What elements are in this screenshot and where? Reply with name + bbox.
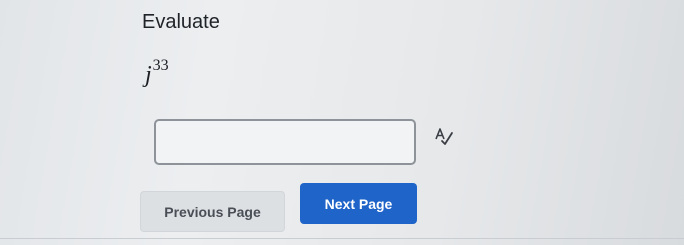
divider xyxy=(0,238,684,239)
answer-input[interactable] xyxy=(154,119,416,165)
spell-check-icon[interactable] xyxy=(434,126,454,146)
expression-exponent: 33 xyxy=(152,57,169,74)
question-prompt: Evaluate xyxy=(142,11,220,33)
expression-base: j xyxy=(145,62,152,88)
next-page-button[interactable]: Next Page xyxy=(300,183,417,224)
math-expression: j33 xyxy=(145,57,169,89)
previous-page-button[interactable]: Previous Page xyxy=(140,191,285,232)
